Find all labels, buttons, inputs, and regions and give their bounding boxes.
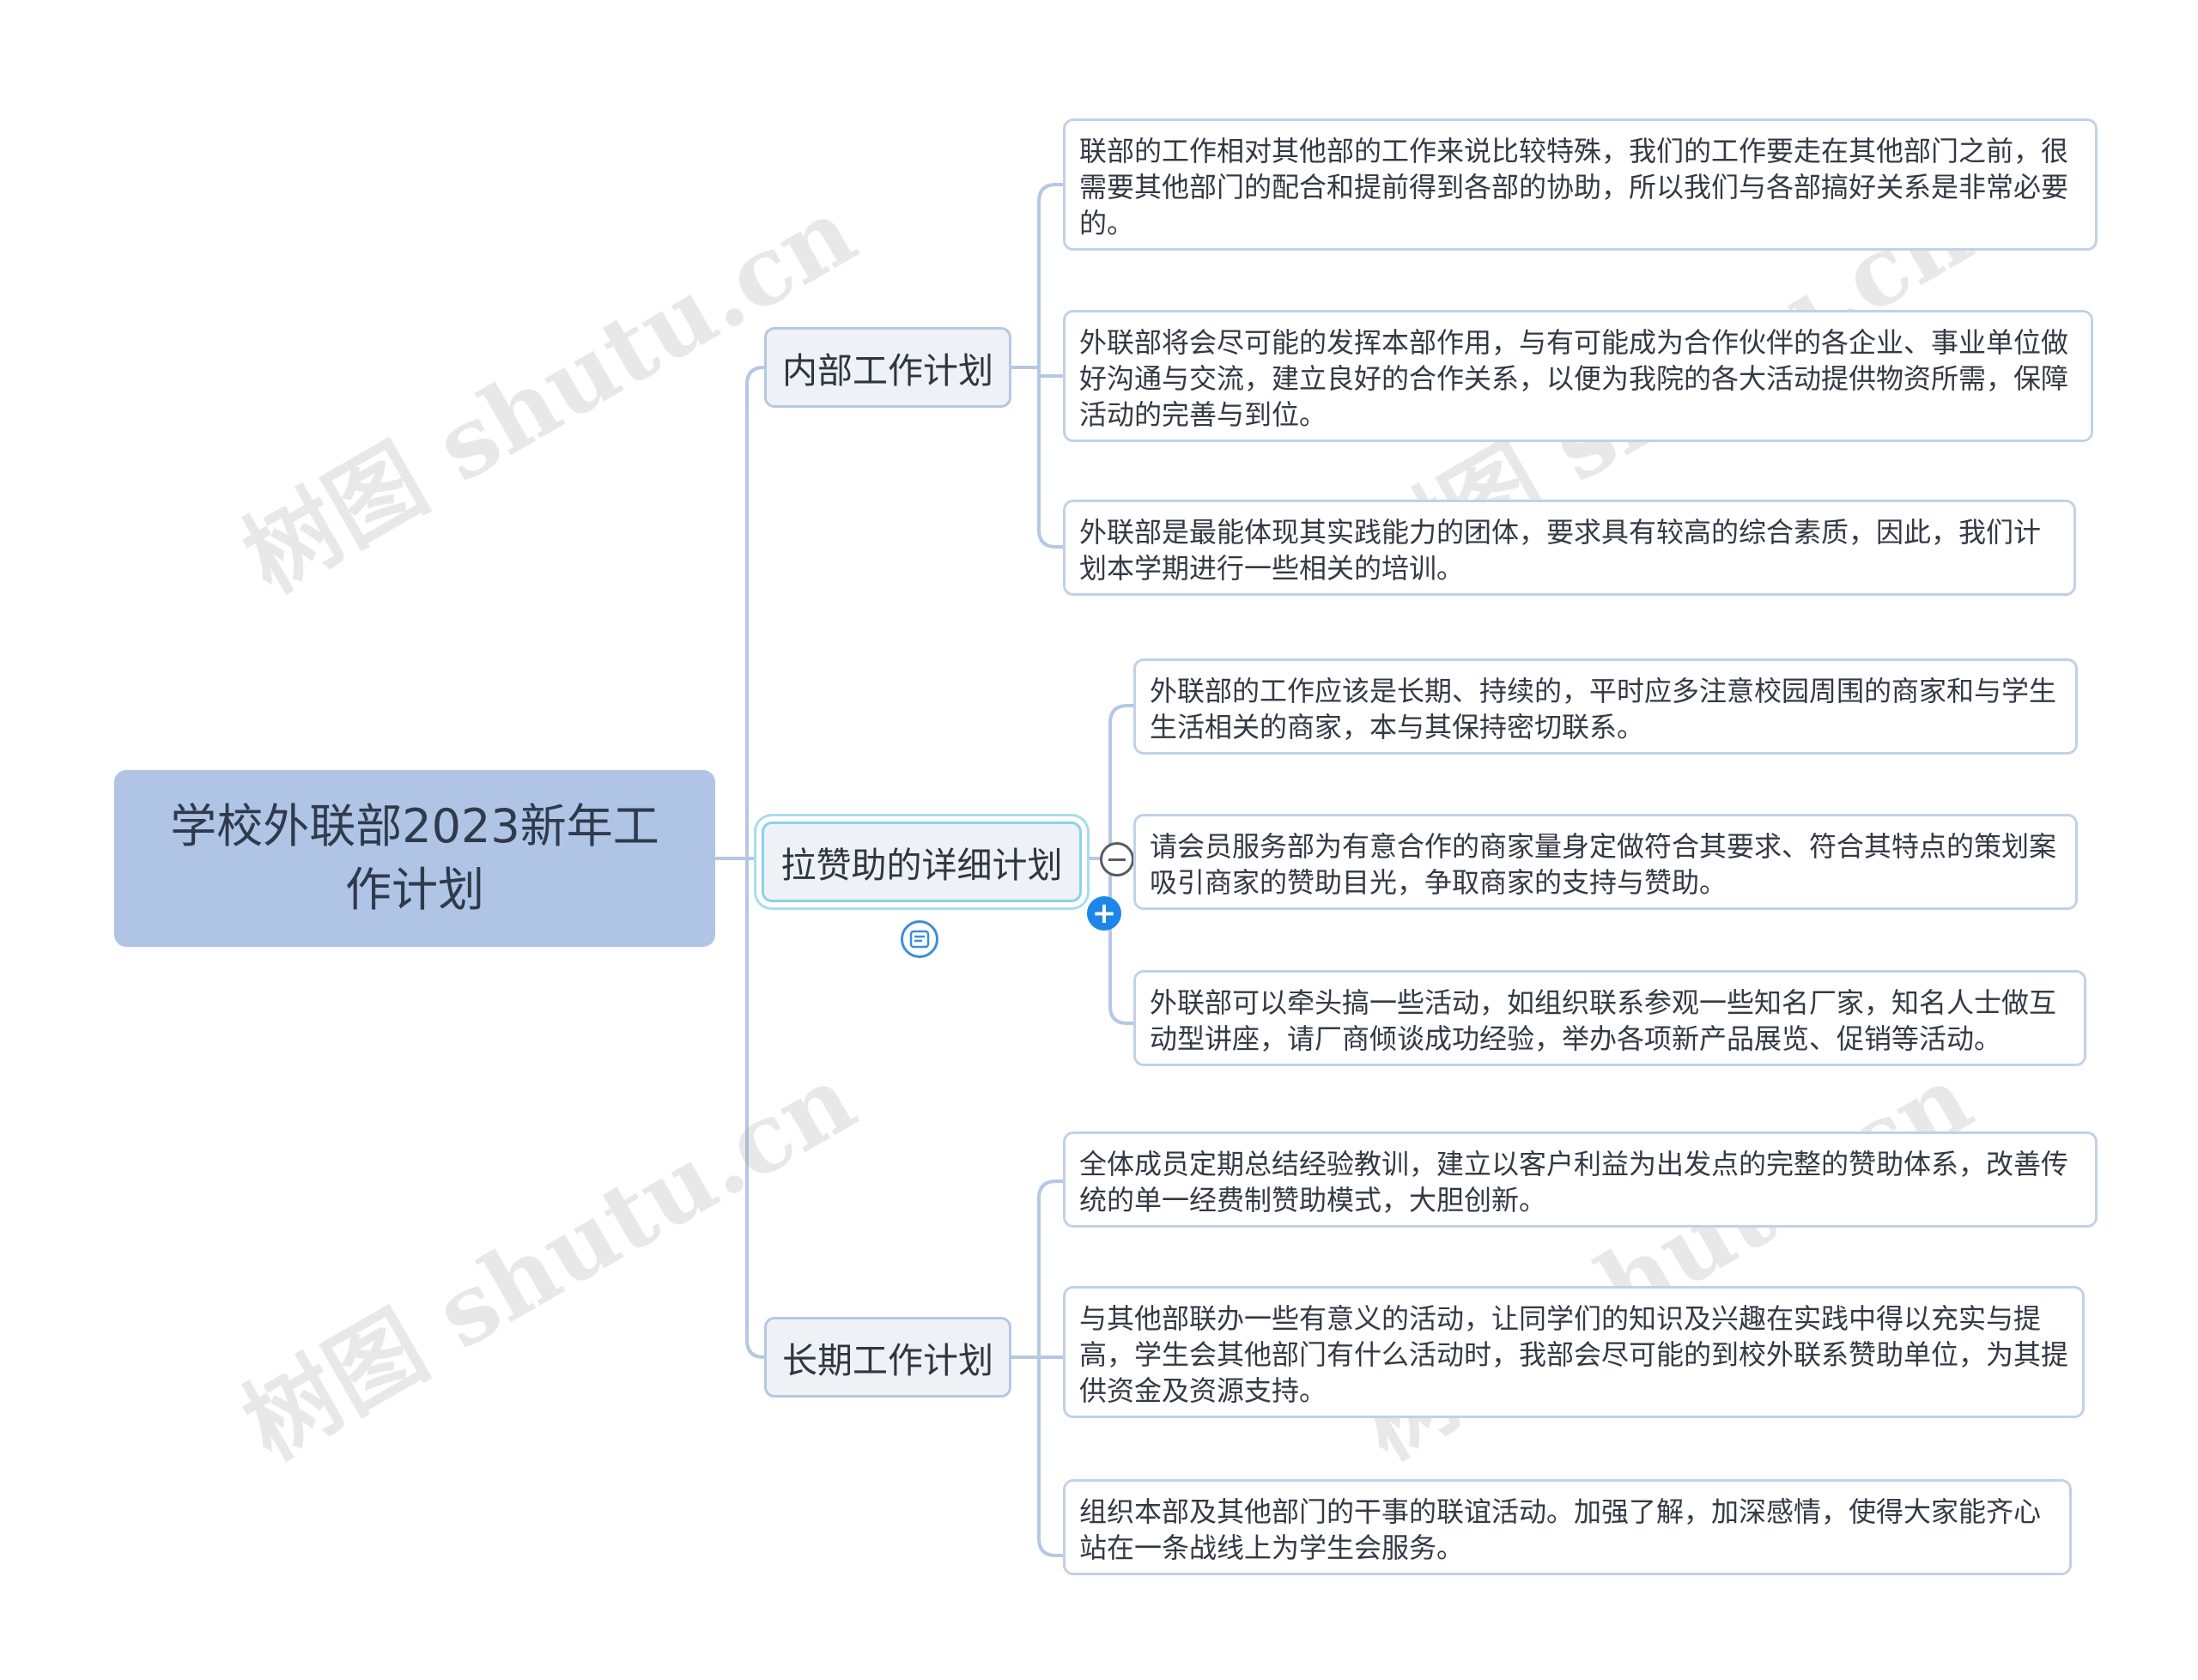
- subtopic[interactable]: 组织本部及其他部门的干事的联谊活动。加强了解，加深感情，使得大家能齐心站在一条战…: [1063, 1479, 2072, 1575]
- topic-label: 长期工作计划: [782, 1340, 993, 1381]
- subtopic-text: 联部的工作相对其他部的工作来说比较特殊，我们的工作要走在其他部门之前，很需要其他…: [1079, 135, 2069, 240]
- collapse-icon[interactable]: [1100, 842, 1134, 876]
- subtopic-text: 与其他部联办一些有意义的活动，让同学们的知识及兴趣在实践中得以充实与提高，学生会…: [1079, 1302, 2069, 1407]
- root-topic[interactable]: 学校外联部2023新年工作计划: [114, 770, 715, 947]
- topic-label: 拉赞助的详细计划: [780, 845, 1063, 886]
- subtopic[interactable]: 外联部将会尽可能的发挥本部作用，与有可能成为合作伙伴的各企业、事业单位做好沟通与…: [1063, 310, 2093, 442]
- subtopic[interactable]: 请会员服务部为有意合作的商家量身定做符合其要求、符合其特点的策划案吸引商家的赞助…: [1133, 814, 2078, 910]
- subtopic-text: 外联部将会尽可能的发挥本部作用，与有可能成为合作伙伴的各企业、事业单位做好沟通与…: [1079, 326, 2069, 431]
- subtopic[interactable]: 与其他部联办一些有意义的活动，让同学们的知识及兴趣在实践中得以充实与提高，学生会…: [1063, 1286, 2085, 1418]
- subtopic-text: 外联部可以牵头搞一些活动，如组织联系参观一些知名厂家，知名人士做互动型讲座，请厂…: [1150, 986, 2057, 1055]
- subtopic[interactable]: 联部的工作相对其他部的工作来说比较特殊，我们的工作要走在其他部门之前，很需要其他…: [1063, 118, 2098, 251]
- note-icon[interactable]: [901, 920, 938, 958]
- mindmap-canvas: 树图 shutu.cn 树图 shutu.cn 树图 shutu.cn 树图 s…: [0, 0, 2198, 1680]
- topic-internal-plan[interactable]: 内部工作计划: [764, 327, 1011, 408]
- topic-sponsorship-plan[interactable]: 拉赞助的详细计划: [762, 822, 1082, 902]
- subtopic-text: 外联部的工作应该是长期、持续的，平时应多注意校园周围的商家和与学生生活相关的商家…: [1150, 675, 2057, 743]
- subtopic[interactable]: 全体成员定期总结经验教训，建立以客户利益为出发点的完整的赞助体系，改善传统的单一…: [1063, 1131, 2098, 1228]
- subtopic[interactable]: 外联部的工作应该是长期、持续的，平时应多注意校园周围的商家和与学生生活相关的商家…: [1133, 658, 2078, 755]
- subtopic-text: 请会员服务部为有意合作的商家量身定做符合其要求、符合其特点的策划案吸引商家的赞助…: [1150, 830, 2057, 899]
- topic-label: 内部工作计划: [782, 350, 993, 391]
- add-icon[interactable]: +: [1087, 896, 1121, 931]
- subtopic[interactable]: 外联部是最能体现其实践能力的团体，要求具有较高的综合素质，因此，我们计划本学期进…: [1063, 500, 2076, 596]
- root-topic-label: 学校外联部2023新年工作计划: [170, 799, 659, 917]
- subtopic[interactable]: 外联部可以牵头搞一些活动，如组织联系参观一些知名厂家，知名人士做互动型讲座，请厂…: [1133, 970, 2086, 1066]
- subtopic-text: 外联部是最能体现其实践能力的团体，要求具有较高的综合素质，因此，我们计划本学期进…: [1079, 516, 2042, 585]
- subtopic-text: 组织本部及其他部门的干事的联谊活动。加强了解，加深感情，使得大家能齐心站在一条战…: [1079, 1495, 2042, 1564]
- subtopic-text: 全体成员定期总结经验教训，建立以客户利益为出发点的完整的赞助体系，改善传统的单一…: [1079, 1148, 2069, 1216]
- topic-long-term-plan[interactable]: 长期工作计划: [764, 1317, 1011, 1398]
- note-glyph: [909, 930, 930, 949]
